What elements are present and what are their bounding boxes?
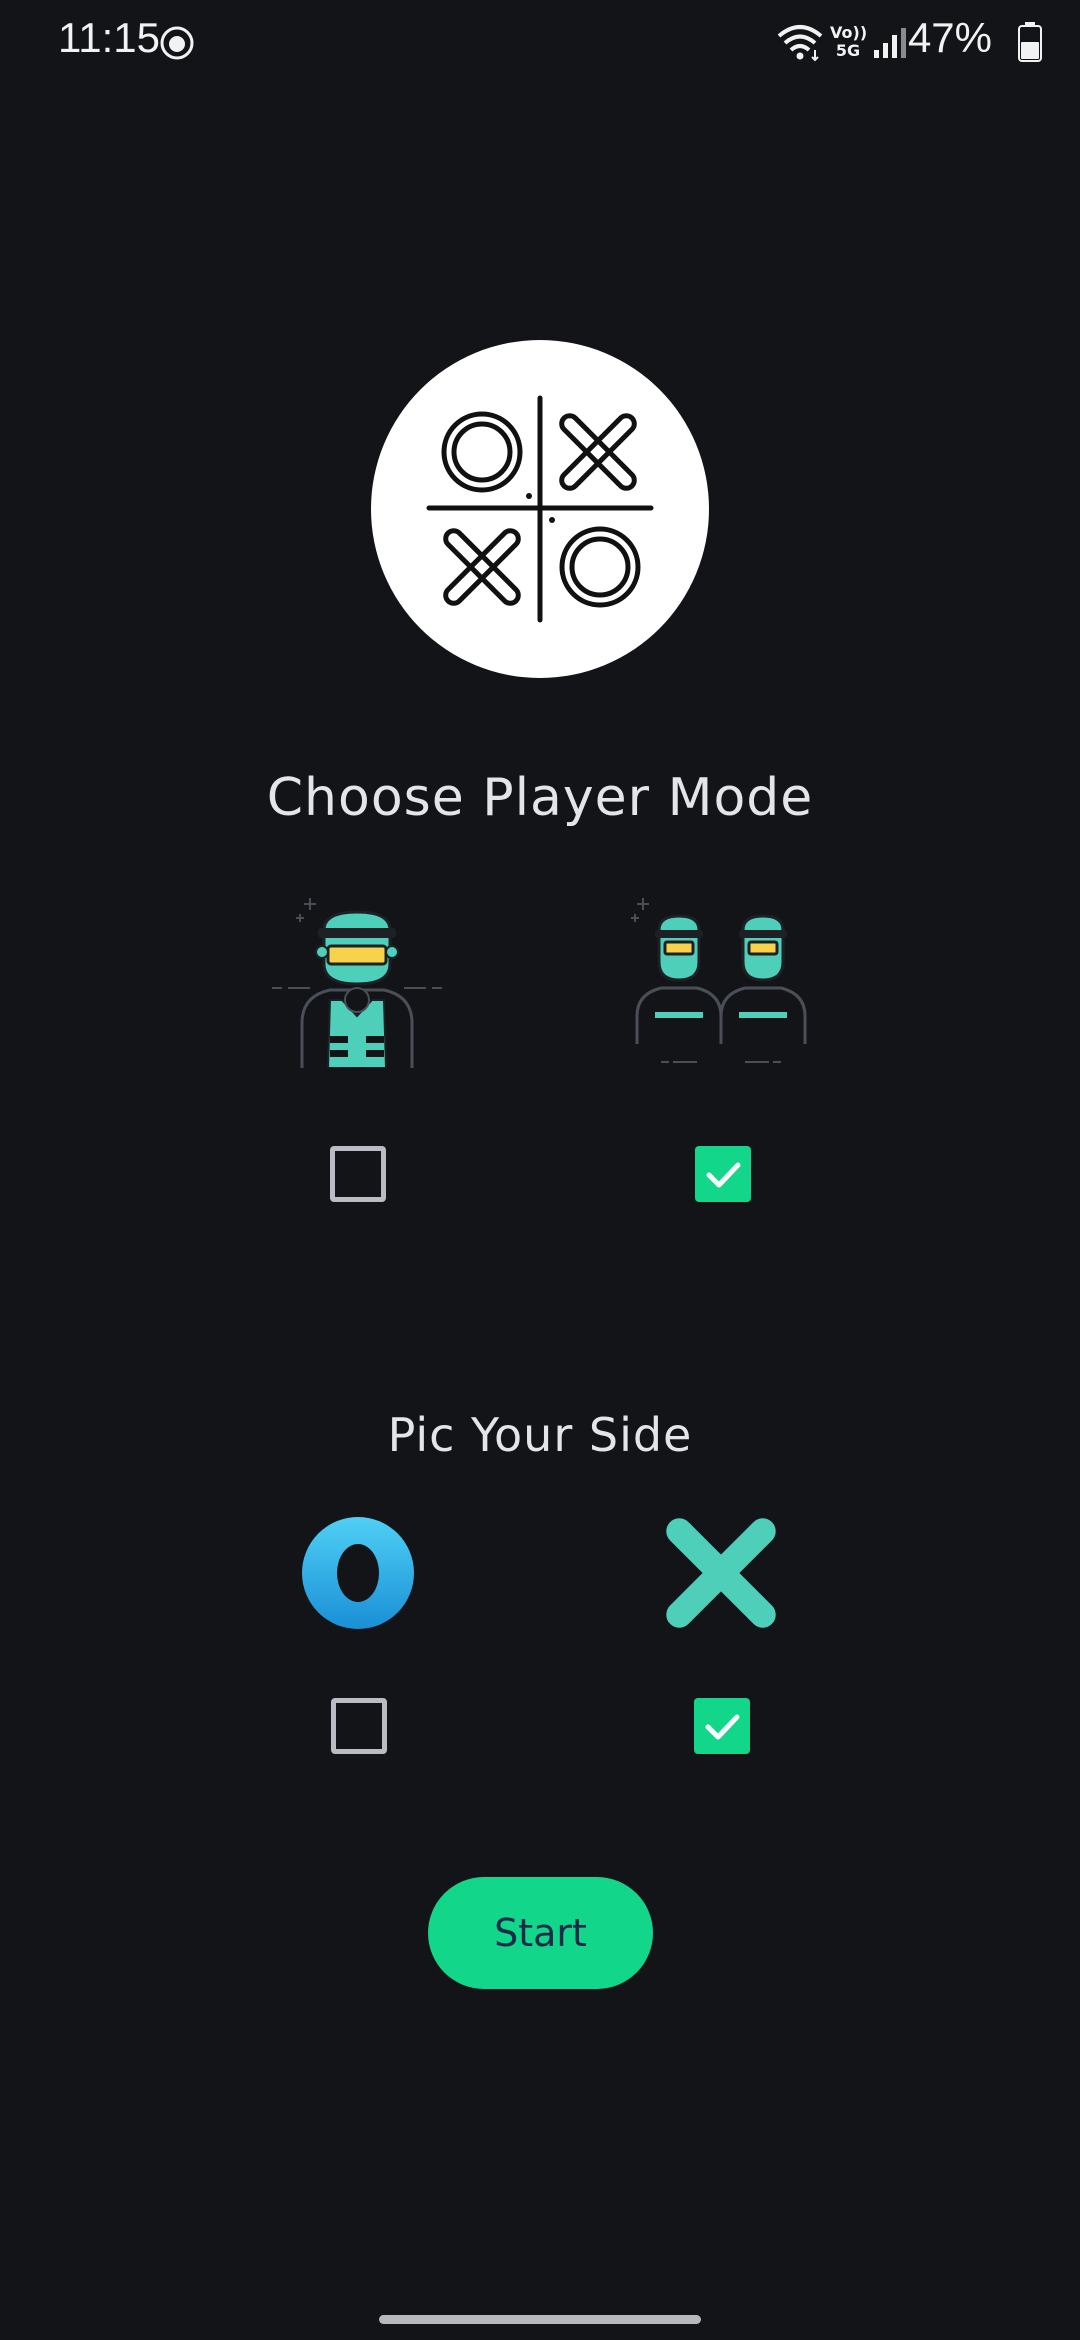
o-symbol-icon[interactable]: [300, 1515, 416, 1631]
status-bar: 11:15 Vo)) 5G 47%: [0, 0, 1080, 86]
o-side-checkbox[interactable]: [331, 1698, 387, 1754]
single-soldier-icon[interactable]: [262, 888, 452, 1068]
status-time: 11:15: [58, 14, 160, 61]
checkmark-icon: [705, 1714, 740, 1740]
battery-icon: [1018, 22, 1042, 62]
two-player-checkbox[interactable]: [695, 1146, 751, 1202]
network-label-bottom: 5G: [835, 41, 861, 60]
side-title: Pic Your Side: [387, 1408, 693, 1462]
signal-icon: [874, 28, 906, 58]
app-logo: [371, 340, 709, 678]
home-indicator[interactable]: [379, 2315, 701, 2324]
tic-tac-toe-logo-icon: [426, 395, 654, 623]
player-mode-title: Choose Player Mode: [266, 768, 814, 828]
two-soldiers-icon[interactable]: [625, 888, 825, 1068]
app-notification-icon: [160, 26, 194, 60]
network-type: Vo)) 5G: [830, 23, 868, 60]
x-side-checkbox[interactable]: [694, 1698, 750, 1754]
network-label-top: Vo)): [830, 23, 868, 42]
checkmark-icon: [706, 1162, 741, 1188]
status-right: Vo)) 5G 47%: [660, 0, 1080, 86]
start-button[interactable]: Start: [428, 1877, 653, 1989]
wifi-icon: [777, 25, 823, 62]
single-player-checkbox[interactable]: [330, 1146, 386, 1202]
battery-percent: 47%: [907, 14, 992, 61]
x-symbol-icon[interactable]: [663, 1515, 779, 1631]
